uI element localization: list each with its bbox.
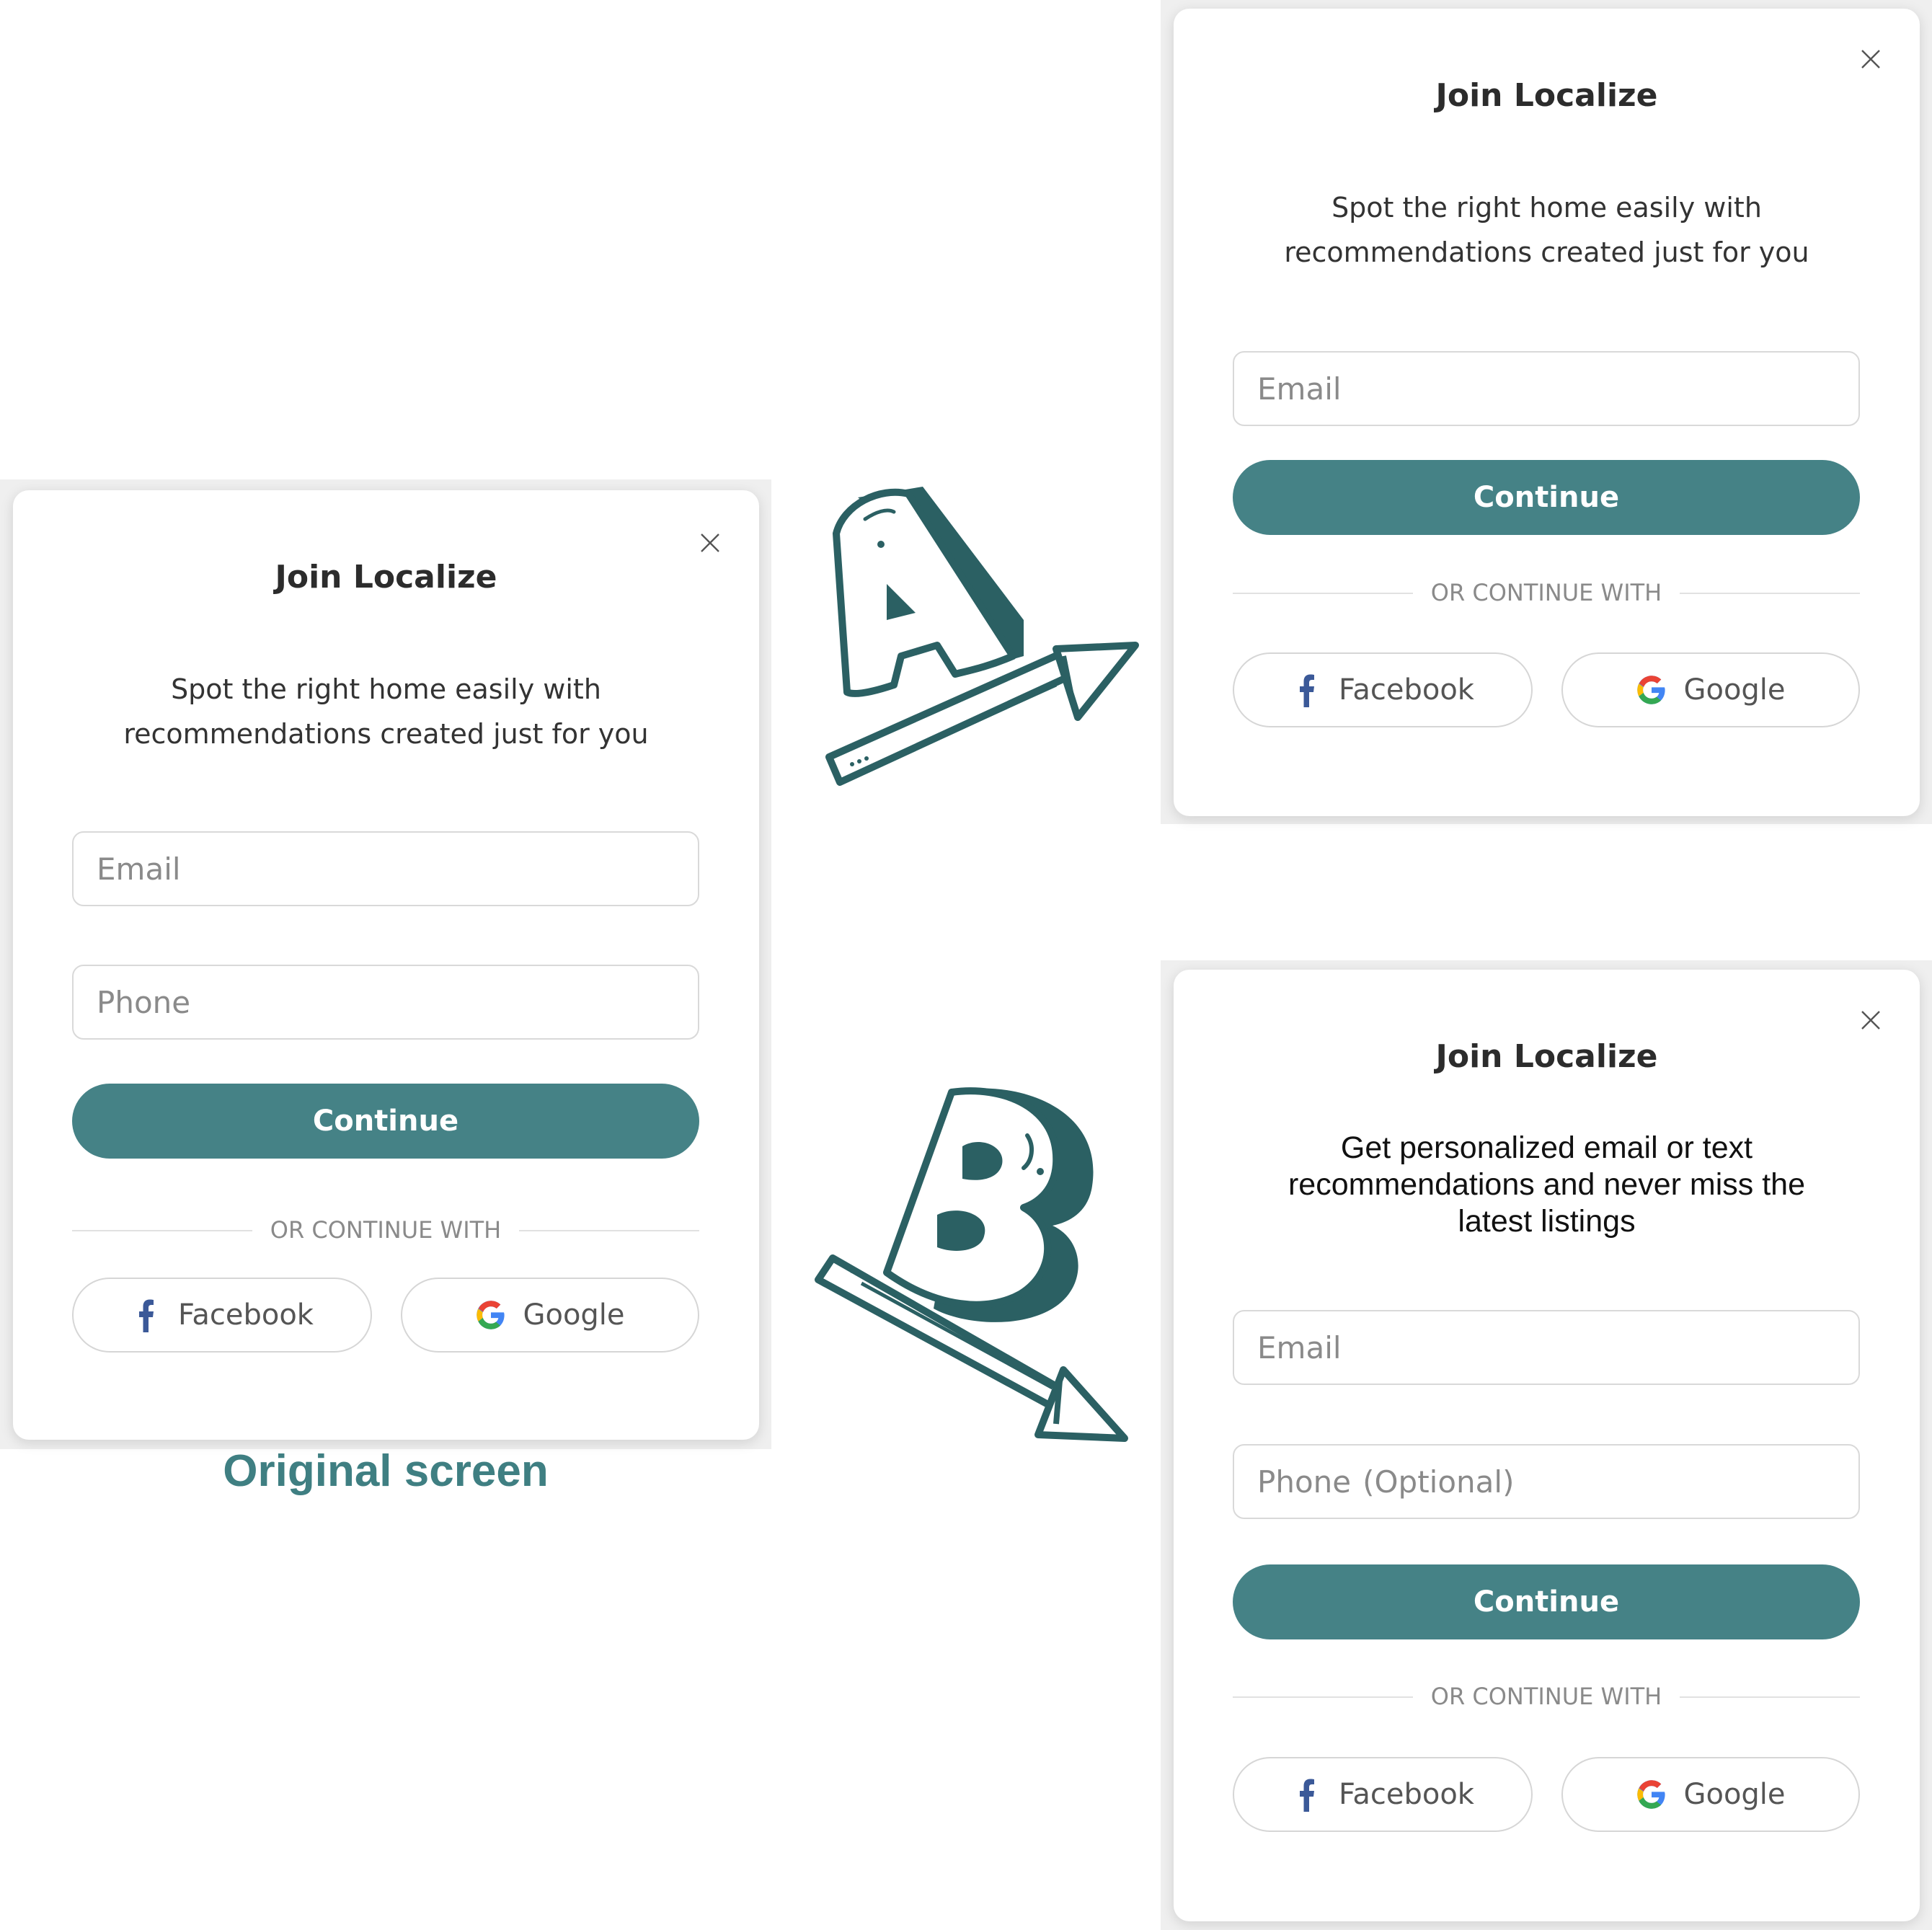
letter-b-illustration (807, 1078, 1139, 1453)
original-signup-modal: Join Localize Spot the right home easily… (13, 490, 759, 1440)
google-button[interactable]: Google (1561, 652, 1860, 727)
continue-button[interactable]: Continue (1233, 460, 1860, 535)
google-button[interactable]: Google (401, 1278, 699, 1353)
facebook-icon (1291, 1777, 1323, 1812)
close-icon[interactable] (1858, 1007, 1884, 1033)
letter-a-illustration (807, 476, 1146, 829)
modal-title: Join Localize (275, 559, 497, 596)
or-continue-divider: OR CONTINUE WITH (1233, 578, 1860, 607)
modal-subtitle: Spot the right home easily with recommen… (123, 673, 649, 750)
facebook-icon (130, 1298, 162, 1332)
email-input[interactable]: Email (72, 831, 699, 906)
continue-button[interactable]: Continue (1233, 1564, 1860, 1639)
facebook-button[interactable]: Facebook (1233, 652, 1533, 727)
original-screen-caption: Original screen (223, 1446, 549, 1496)
variant-b-signup-modal: Join Localize Get personalized email or … (1174, 970, 1920, 1921)
or-continue-divider: OR CONTINUE WITH (1233, 1682, 1860, 1711)
google-icon (1636, 673, 1667, 707)
google-icon (1636, 1777, 1667, 1812)
modal-title: Join Localize (1435, 77, 1658, 114)
google-icon (475, 1298, 507, 1332)
facebook-icon (1291, 673, 1323, 707)
or-continue-divider: OR CONTINUE WITH (72, 1216, 699, 1244)
close-icon[interactable] (697, 530, 723, 556)
facebook-button[interactable]: Facebook (1233, 1757, 1533, 1832)
modal-subtitle: Spot the right home easily with recommen… (1284, 192, 1809, 268)
modal-subtitle: Get personalized email or text recommend… (1288, 1130, 1806, 1239)
modal-title: Join Localize (1435, 1038, 1658, 1075)
facebook-button[interactable]: Facebook (72, 1278, 372, 1353)
phone-optional-input[interactable]: Phone (Optional) (1233, 1444, 1860, 1519)
close-icon[interactable] (1858, 46, 1884, 72)
google-button[interactable]: Google (1561, 1757, 1860, 1832)
variant-a-signup-modal: Join Localize Spot the right home easily… (1174, 9, 1920, 816)
email-input[interactable]: Email (1233, 1310, 1860, 1385)
phone-input[interactable]: Phone (72, 965, 699, 1040)
email-input[interactable]: Email (1233, 351, 1860, 426)
continue-button[interactable]: Continue (72, 1084, 699, 1159)
